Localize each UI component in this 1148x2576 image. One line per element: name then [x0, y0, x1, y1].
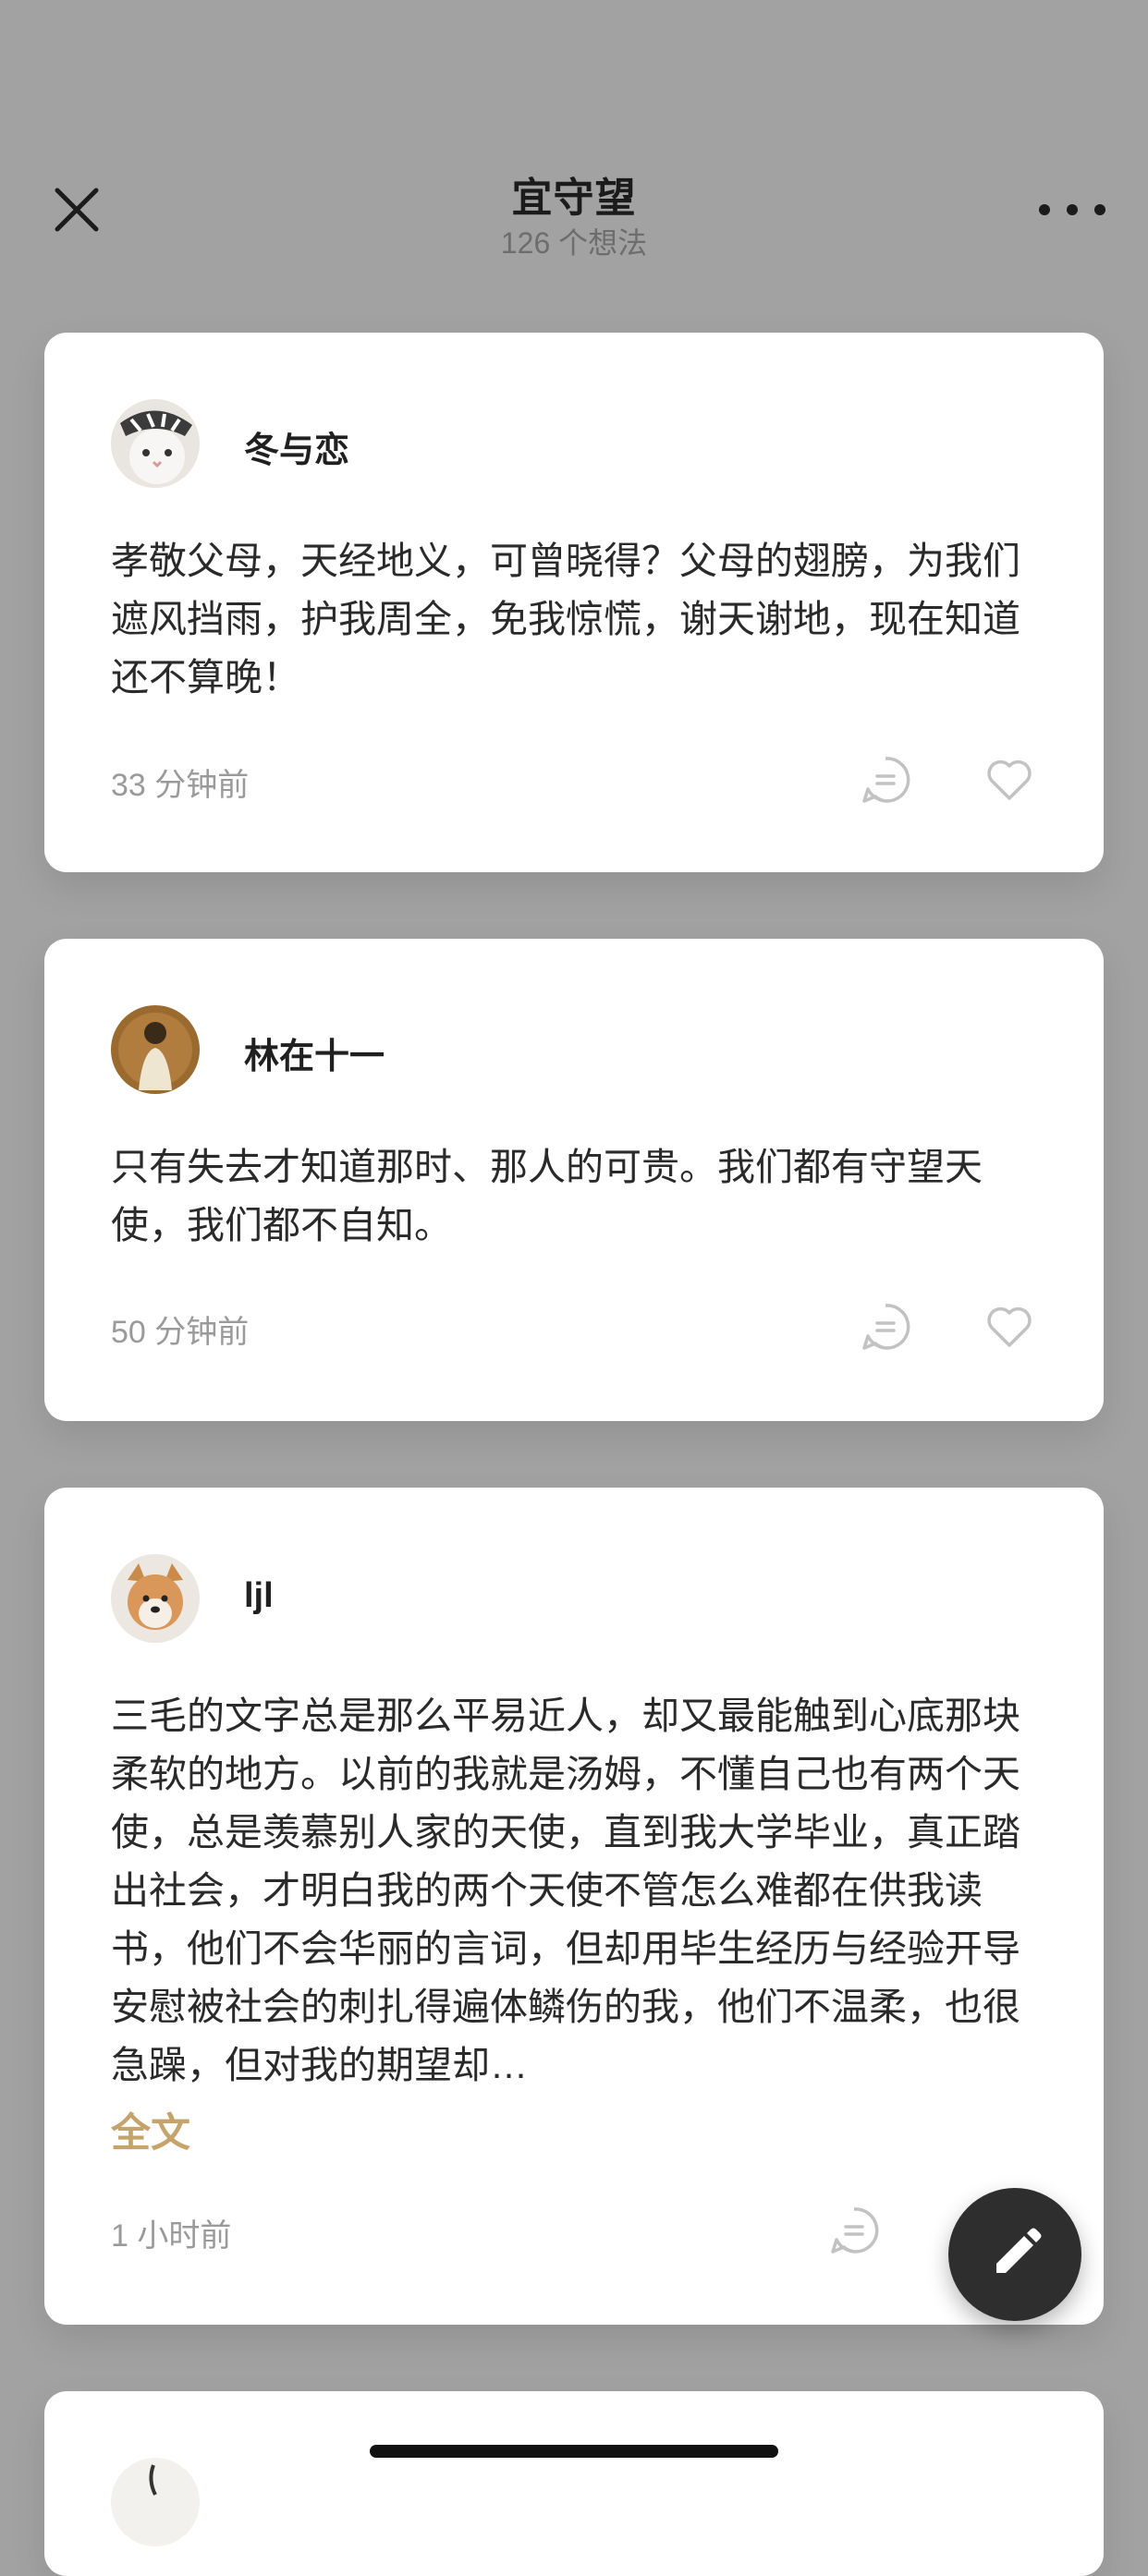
pencil-icon — [996, 2228, 1042, 2273]
comment-icon — [862, 1304, 910, 1350]
comment-button[interactable] — [860, 1301, 911, 1353]
comment-button[interactable] — [860, 754, 911, 806]
comment-button[interactable] — [828, 2205, 880, 2256]
post-content[interactable]: 孝敬父母，天经地义，可曾晓得？父母的翅膀，为我们遮风挡雨，护我周全，免我惊慌，谢… — [111, 532, 1044, 707]
person-avatar-icon — [111, 1005, 200, 1094]
heart-icon — [987, 1306, 1032, 1347]
post-time: 50 分钟前 — [111, 1315, 250, 1350]
post-card[interactable]: 林在十一 只有失去才知道那时、那人的可贵。我们都有守望天使，我们都不自知。 50… — [44, 939, 1104, 1421]
post-time: 33 分钟前 — [111, 768, 250, 803]
like-button[interactable] — [983, 754, 1035, 806]
comment-icon — [831, 2207, 879, 2254]
more-horizontal-icon — [1039, 204, 1050, 215]
more-button[interactable] — [1039, 196, 1105, 224]
avatar[interactable] — [111, 2458, 200, 2546]
post-card[interactable]: 冬与恋 孝敬父母，天经地义，可曾晓得？父母的翅膀，为我们遮风挡雨，护我周全，免我… — [44, 333, 1104, 872]
dog-avatar-icon — [111, 1554, 200, 1643]
thought-count: 126 个想法 — [500, 226, 648, 260]
compose-button[interactable] — [948, 2188, 1081, 2321]
username[interactable]: ljl — [244, 1576, 274, 1616]
heart-icon — [987, 759, 1032, 800]
username[interactable]: 林在十一 — [244, 1027, 385, 1078]
page-title: 宜守望 — [511, 176, 637, 221]
header: 宜守望 126 个想法 — [0, 0, 1148, 305]
post-card[interactable]: ljl 三毛的文字总是那么平易近人，却又最能触到心底那块柔软的地方。以前的我就是… — [44, 1488, 1104, 2325]
home-indicator — [370, 2445, 778, 2458]
post-content[interactable]: 三毛的文字总是那么平易近人，却又最能触到心底那块柔软的地方。以前的我就是汤姆，不… — [111, 1687, 1044, 2095]
post-card[interactable] — [44, 2391, 1104, 2576]
avatar[interactable] — [111, 399, 200, 488]
avatar[interactable] — [111, 1554, 200, 1643]
white-cat-avatar-icon — [111, 399, 200, 488]
full-text-link[interactable]: 全文 — [111, 2101, 190, 2158]
like-button[interactable] — [983, 1301, 1035, 1353]
avatar-icon — [111, 2458, 200, 2546]
comment-icon — [862, 757, 910, 803]
username[interactable]: 冬与恋 — [244, 421, 349, 472]
post-content[interactable]: 只有失去才知道那时、那人的可贵。我们都有守望天使，我们都不自知。 — [111, 1138, 1044, 1255]
avatar[interactable] — [111, 1005, 200, 1094]
post-time: 1 小时前 — [111, 2218, 232, 2254]
